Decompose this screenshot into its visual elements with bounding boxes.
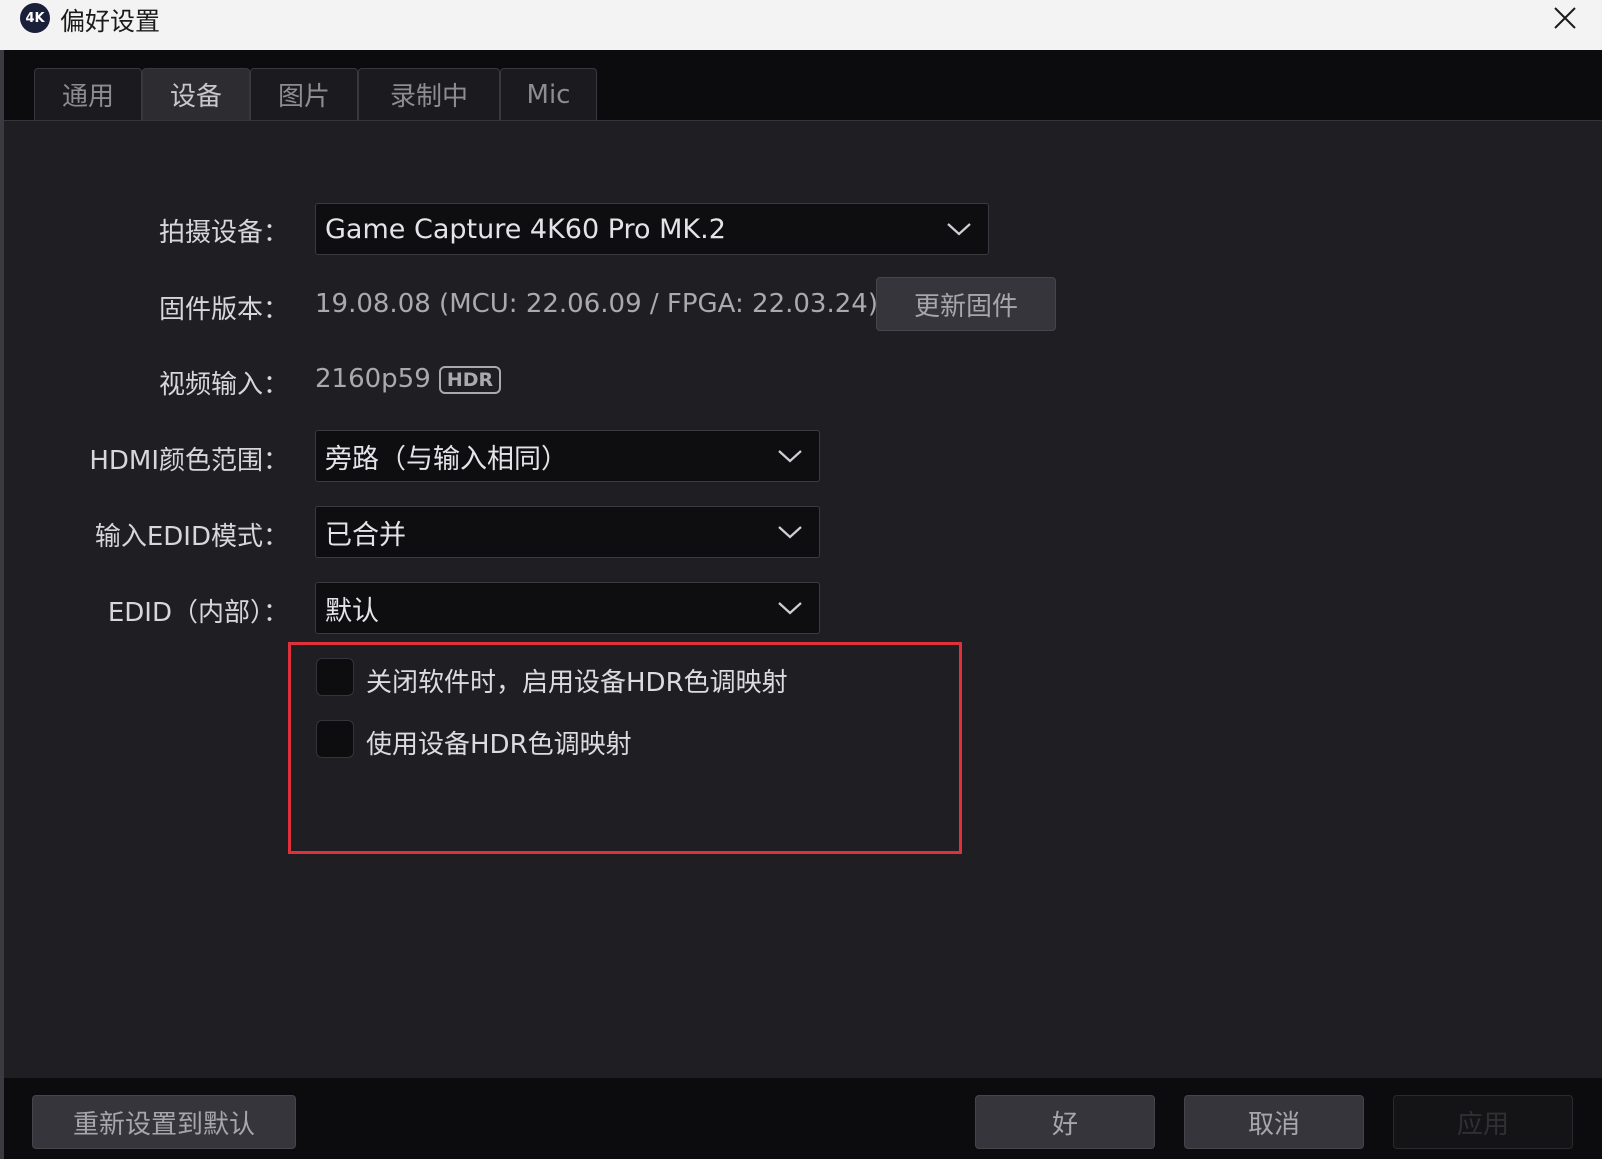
close-icon [1554,7,1576,29]
tab-bar: 通用 设备 图片 录制中 Mic [4,50,1602,121]
edid-internal-label: EDID（内部）： [107,598,289,628]
tab-mic[interactable]: Mic [500,68,597,120]
window-edge [0,0,4,1159]
capture-device-label: 拍摄设备： [158,218,289,248]
firmware-version-value: 19.08.08 (MCU: 22.06.09 / FPGA: 22.03.24… [315,289,878,319]
video-input-value: 2160p59 [315,364,431,394]
chevron-down-icon [778,450,802,463]
tab-recording[interactable]: 录制中 [358,68,500,120]
input-edid-mode-dropdown[interactable]: 已合并 [315,506,820,558]
input-edid-mode-label: 输入EDID模式： [94,522,289,552]
capture-device-value: Game Capture 4K60 Pro MK.2 [325,213,726,245]
reset-defaults-button[interactable]: 重新设置到默认 [32,1095,296,1149]
window-title: 偏好设置 [60,7,161,36]
app-logo-icon: 4K [20,3,50,33]
video-input-label: 视频输入： [158,370,289,400]
use-tone-map-label: 使用设备HDR色调映射 [366,730,632,760]
tab-device[interactable]: 设备 [142,68,250,120]
update-firmware-button[interactable]: 更新固件 [876,277,1056,331]
hdmi-color-range-value: 旁路（与输入相同） [325,443,568,475]
chevron-down-icon [778,526,802,539]
hdmi-color-range-label: HDMI颜色范围： [89,446,289,476]
cancel-button[interactable]: 取消 [1184,1095,1364,1149]
close-button[interactable] [1540,0,1590,36]
tone-map-on-close-label: 关闭软件时，启用设备HDR色调映射 [366,668,788,698]
ok-button[interactable]: 好 [975,1095,1155,1149]
firmware-version-label: 固件版本： [158,295,289,325]
tab-picture[interactable]: 图片 [250,68,358,120]
input-edid-mode-value: 已合并 [325,519,406,551]
capture-device-dropdown[interactable]: Game Capture 4K60 Pro MK.2 [315,203,989,255]
tone-map-on-close-checkbox[interactable] [316,658,354,696]
hdr-badge: HDR [439,366,501,394]
use-tone-map-checkbox[interactable] [316,720,354,758]
chevron-down-icon [947,223,971,236]
title-bar: 4K 偏好设置 [0,0,1602,50]
chevron-down-icon [778,602,802,615]
hdmi-color-range-dropdown[interactable]: 旁路（与输入相同） [315,430,820,482]
edid-internal-dropdown[interactable]: 默认 [315,582,820,634]
edid-internal-value: 默认 [325,595,379,627]
tab-general[interactable]: 通用 [34,68,142,120]
apply-button: 应用 [1393,1095,1573,1149]
